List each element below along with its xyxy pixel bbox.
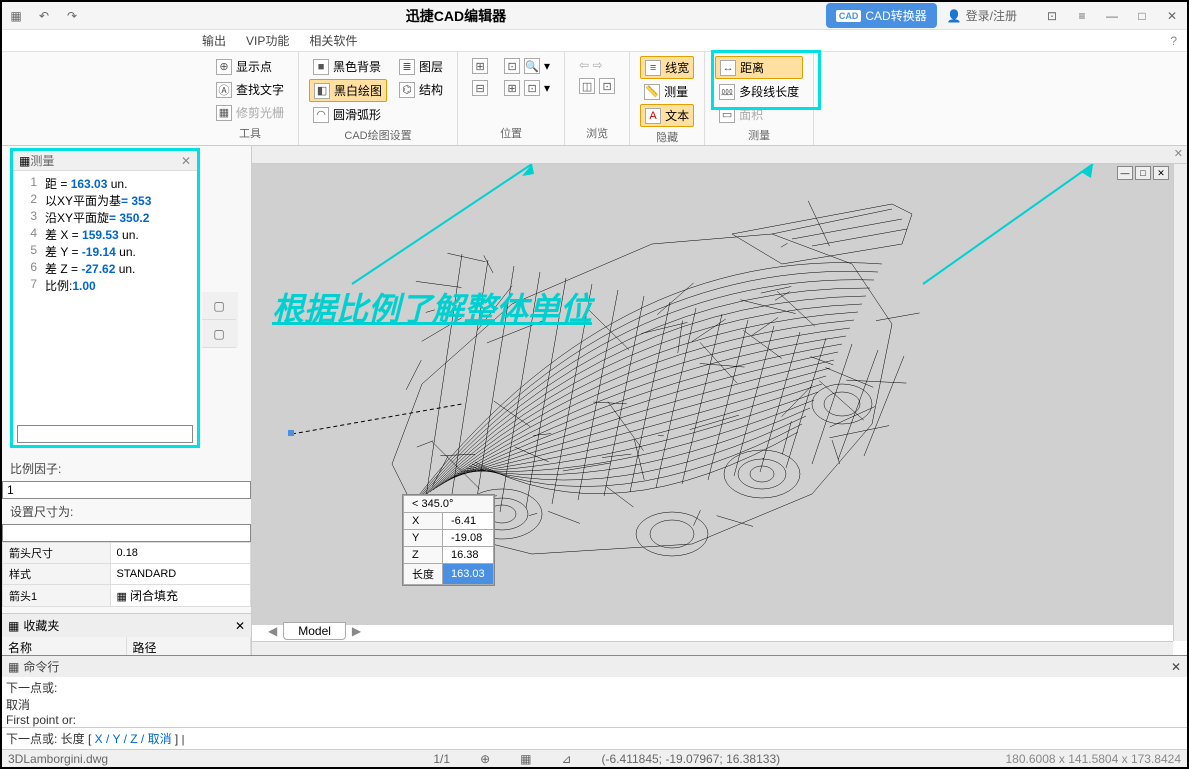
layer-button[interactable]: ≣图层	[395, 56, 447, 77]
login-button[interactable]: 👤 登录/注册	[947, 7, 1017, 24]
measure-panel: ▦ 测量 ✕ 1距 = 163.03 un. 2以XY平面为基= 353 3沿X…	[10, 148, 200, 448]
black-bg-button[interactable]: ■黑色背景	[309, 56, 387, 77]
nav-btn[interactable]: ◫⊡	[575, 76, 619, 96]
layer-icon: ≣	[399, 59, 415, 75]
distance-button[interactable]: ↔距离	[715, 56, 803, 79]
scale-factor-input[interactable]	[2, 481, 251, 499]
pos-btn-2[interactable]: ⊟	[468, 78, 492, 98]
model-tab[interactable]: Model	[283, 622, 346, 640]
text-icon: A	[645, 108, 661, 124]
smooth-arc-button[interactable]: ◠圆滑弧形	[309, 104, 387, 125]
dimension-line	[282, 394, 482, 454]
measure-results: 1距 = 163.03 un. 2以XY平面为基= 353 3沿XY平面旋= 3…	[13, 171, 197, 423]
tab-next-icon[interactable]: ▶	[346, 624, 367, 638]
status-ortho-icon[interactable]: ⊿	[561, 752, 571, 766]
menu-icon[interactable]: ≡	[1067, 2, 1097, 30]
nav-back: ⇦ ⇨	[575, 56, 619, 74]
horizontal-scrollbar[interactable]	[252, 641, 1173, 655]
area-icon: ▭	[719, 107, 735, 123]
linewidth-button[interactable]: ≡线宽	[640, 56, 694, 79]
polyline-length-button[interactable]: ⅏多段线长度	[715, 81, 803, 102]
set-size-input[interactable]	[2, 524, 251, 542]
pos-btn-4[interactable]: ⊞⊡▾	[500, 78, 554, 98]
settings-icon[interactable]: ⊡	[1037, 2, 1067, 30]
help-icon[interactable]: ?	[1170, 34, 1177, 48]
redo-icon[interactable]: ↷	[58, 2, 86, 30]
cmd-icon: ▦	[8, 660, 19, 674]
undo-icon[interactable]: ↶	[30, 2, 58, 30]
area-button: ▭面积	[715, 104, 803, 125]
doc-x-icon[interactable]: ✕	[1153, 166, 1169, 180]
command-input[interactable]: 下一点或: 长度 [ X / Y / Z / 取消 ] |	[2, 727, 1187, 749]
measure-button[interactable]: 📏测量	[640, 81, 694, 102]
structure-button[interactable]: ⌬结构	[395, 79, 447, 100]
doc-min-icon[interactable]: —	[1117, 166, 1133, 180]
bw-icon: ◧	[314, 83, 330, 99]
target-icon: ⊕	[216, 59, 232, 75]
find-text-button[interactable]: Ⓐ查找文字	[212, 79, 288, 100]
tab-prev-icon[interactable]: ◀	[262, 624, 283, 638]
doc-close-icon[interactable]: ✕	[1174, 147, 1183, 160]
polyline-icon: ⅏	[719, 84, 735, 100]
status-snap-icon[interactable]: ⊕	[480, 752, 490, 766]
measure-text-input[interactable]	[17, 425, 193, 443]
user-icon: 👤	[947, 9, 962, 23]
coordinate-readout: < 345.0° X-6.41 Y-19.08 Z16.38 长度163.03	[402, 494, 495, 586]
bg-icon: ■	[313, 59, 329, 75]
minimize-icon[interactable]: —	[1097, 2, 1127, 30]
panel-icon: ▦	[19, 154, 30, 168]
menu-vip[interactable]: VIP功能	[246, 32, 289, 49]
property-table: 箭头尺寸0.18 样式STANDARD 箭头1▦ 闭合填充	[2, 542, 251, 607]
show-point-button[interactable]: ⊕显示点	[212, 56, 288, 77]
distance-icon: ↔	[720, 60, 736, 76]
vertical-scrollbar[interactable]	[1173, 164, 1187, 641]
trim-icon: ▦	[216, 105, 232, 121]
command-header: ▦命令行✕	[2, 656, 1187, 677]
trim-raster-button: ▦修剪光栅	[212, 102, 288, 123]
line-icon: ≡	[645, 60, 661, 76]
ruler-icon: 📏	[644, 84, 660, 100]
command-log: 下一点或: 取消 First point or: 下一点或:	[2, 677, 1187, 727]
pos-btn-3[interactable]: ⊡🔍▾	[500, 56, 554, 76]
close-icon[interactable]: ✕	[1157, 2, 1187, 30]
tool-1[interactable]: ▢	[202, 292, 236, 320]
annotation-text: 根据比例了解整体单位	[272, 284, 592, 330]
text-button[interactable]: A文本	[640, 104, 694, 127]
side-toolbar: ▢ ▢	[202, 292, 238, 348]
annotation-arrow-right	[913, 164, 1113, 324]
menu-output[interactable]: 输出	[202, 32, 226, 49]
doc-max-icon[interactable]: □	[1135, 166, 1151, 180]
panel-close-icon[interactable]: ✕	[181, 154, 191, 168]
status-screen-coords: 180.6008 x 141.5804 x 173.8424	[1006, 752, 1182, 766]
status-coords: (-6.411845; -19.07967; 16.38133)	[602, 752, 781, 766]
maximize-icon[interactable]: □	[1127, 2, 1157, 30]
fav-icon: ▦	[8, 619, 19, 633]
bw-draw-button[interactable]: ◧黑白绘图	[309, 79, 387, 102]
favorites-header[interactable]: ▦收藏夹✕	[2, 614, 251, 637]
cad-convert-button[interactable]: CAD CAD转换器	[826, 3, 937, 28]
struct-icon: ⌬	[399, 82, 415, 98]
arc-icon: ◠	[313, 107, 329, 123]
drawing-canvas[interactable]: — □ ✕ 根据比例了解整体单位	[252, 164, 1173, 625]
status-grid-icon[interactable]: ▦	[520, 752, 531, 766]
status-page: 1/1	[433, 752, 450, 766]
tool-2[interactable]: ▢	[202, 320, 236, 348]
app-title: 迅捷CAD编辑器	[86, 6, 826, 26]
app-icon: ▦	[2, 2, 30, 30]
pos-btn-1[interactable]: ⊞	[468, 56, 492, 76]
menu-related[interactable]: 相关软件	[309, 32, 357, 49]
find-icon: Ⓐ	[216, 82, 232, 98]
status-filename: 3DLamborgini.dwg	[8, 752, 208, 766]
